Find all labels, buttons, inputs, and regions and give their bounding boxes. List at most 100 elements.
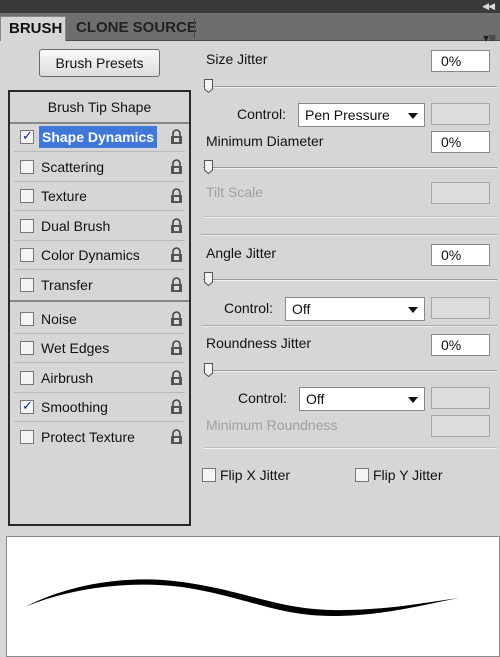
section-divider — [201, 325, 498, 327]
option-color-dynamics[interactable]: Color Dynamics — [10, 241, 189, 270]
option-label: Color Dynamics — [41, 247, 140, 263]
angle-jitter-slider[interactable] — [203, 272, 497, 286]
lock-icon[interactable] — [170, 340, 183, 356]
angle-jitter-label: Angle Jitter — [206, 245, 277, 261]
checkmark-icon: ✓ — [22, 128, 33, 143]
size-jitter-label: Size Jitter — [206, 51, 268, 67]
roundness-control-label: Control: — [238, 390, 288, 406]
option-label: Noise — [41, 311, 77, 327]
option-label: Shape Dynamics — [39, 126, 158, 148]
size-control-label: Control: — [237, 106, 287, 122]
row-divider — [14, 362, 185, 363]
slider-thumb[interactable] — [204, 363, 213, 377]
option-smoothing[interactable]: ✓ Smoothing — [10, 393, 189, 422]
flip-y-label: Flip Y Jitter — [373, 467, 443, 483]
lock-icon[interactable] — [170, 311, 183, 327]
roundness-control-select[interactable]: Off — [299, 387, 425, 411]
transfer-checkbox[interactable] — [20, 278, 34, 292]
roundness-jitter-field[interactable]: 0% — [431, 334, 490, 356]
lock-icon[interactable] — [170, 277, 183, 293]
min-diameter-slider[interactable] — [203, 160, 497, 174]
row-divider — [14, 269, 185, 270]
option-noise[interactable]: Noise — [10, 305, 189, 334]
option-wet-edges[interactable]: Wet Edges — [10, 334, 189, 363]
option-shape-dynamics[interactable]: ✓ Shape Dynamics — [10, 123, 189, 152]
angle-jitter-field[interactable]: 0% — [431, 244, 490, 266]
lock-icon[interactable] — [170, 399, 183, 415]
tab-clone-source[interactable]: CLONE SOURCE — [68, 16, 205, 41]
option-airbrush[interactable]: Airbrush — [10, 364, 189, 393]
brush-tip-shape-item[interactable]: Brush Tip Shape — [10, 92, 189, 122]
min-roundness-slider — [203, 440, 497, 454]
flip-y-checkbox[interactable] — [355, 468, 369, 482]
color-dynamics-checkbox[interactable] — [20, 248, 34, 262]
option-transfer[interactable]: Transfer — [10, 271, 189, 300]
checkmark-icon: ✓ — [22, 398, 33, 413]
slider-thumb[interactable] — [204, 79, 213, 93]
min-roundness-field — [431, 415, 490, 437]
option-scattering[interactable]: Scattering — [10, 153, 189, 182]
dropdown-arrow-icon — [408, 397, 418, 403]
lock-icon[interactable] — [170, 370, 183, 386]
option-label: Texture — [41, 188, 87, 204]
dropdown-arrow-icon — [408, 113, 418, 119]
slider-track — [203, 370, 497, 372]
angle-control-field — [431, 297, 490, 319]
dual-brush-checkbox[interactable] — [20, 219, 34, 233]
angle-control-label: Control: — [224, 300, 274, 316]
option-label: Wet Edges — [41, 340, 110, 356]
brush-stroke-preview — [6, 536, 500, 657]
lock-icon[interactable] — [170, 247, 183, 263]
brush-stroke — [25, 579, 459, 616]
stroke-shape — [25, 579, 459, 616]
noise-checkbox[interactable] — [20, 312, 34, 326]
size-control-select[interactable]: Pen Pressure — [298, 103, 425, 127]
texture-checkbox[interactable] — [20, 189, 34, 203]
flip-y-jitter[interactable]: Flip Y Jitter — [355, 467, 465, 485]
slider-track — [203, 447, 497, 449]
size-jitter-slider[interactable] — [203, 79, 497, 93]
size-jitter-field[interactable]: 0% — [431, 50, 490, 72]
tab-divider — [194, 18, 195, 38]
roundness-jitter-slider[interactable] — [203, 363, 497, 377]
min-diameter-field[interactable]: 0% — [431, 131, 490, 153]
tilt-scale-field — [431, 182, 490, 204]
option-label: Transfer — [41, 277, 93, 293]
roundness-jitter-label: Roundness Jitter — [206, 335, 312, 351]
min-diameter-label: Minimum Diameter — [206, 133, 324, 149]
flip-x-checkbox[interactable] — [202, 468, 216, 482]
option-protect-texture[interactable]: Protect Texture — [10, 423, 189, 452]
section-divider — [201, 234, 498, 236]
slider-thumb[interactable] — [204, 160, 213, 174]
option-texture[interactable]: Texture — [10, 182, 189, 211]
lock-icon[interactable] — [170, 188, 183, 204]
slider-track — [203, 279, 497, 281]
roundness-control-field — [431, 387, 490, 409]
lock-icon[interactable] — [170, 218, 183, 234]
scattering-checkbox[interactable] — [20, 160, 34, 174]
tab-bar: BRUSH CLONE SOURCE ▾≡ — [0, 13, 500, 44]
wet-edges-checkbox[interactable] — [20, 341, 34, 355]
smoothing-checkbox[interactable]: ✓ — [20, 398, 34, 414]
select-value: Off — [292, 301, 311, 317]
lock-icon[interactable] — [170, 129, 183, 145]
lock-icon[interactable] — [170, 159, 183, 175]
tab-brush[interactable]: BRUSH — [0, 16, 66, 41]
airbrush-checkbox[interactable] — [20, 371, 34, 385]
collapse-arrows-icon[interactable]: ◀◀ — [482, 0, 495, 13]
angle-control-select[interactable]: Off — [285, 297, 425, 321]
panel-menu-icon[interactable]: ▾≡ — [483, 32, 496, 44]
option-label: Dual Brush — [41, 218, 111, 234]
flip-x-jitter[interactable]: Flip X Jitter — [202, 467, 312, 485]
row-divider — [14, 421, 185, 422]
option-dual-brush[interactable]: Dual Brush — [10, 212, 189, 241]
slider-track — [203, 86, 497, 88]
protect-texture-checkbox[interactable] — [20, 430, 34, 444]
slider-thumb[interactable] — [204, 272, 213, 286]
option-label: Protect Texture — [41, 429, 135, 445]
select-value: Pen Pressure — [305, 107, 390, 123]
slider-track — [203, 216, 497, 218]
shape-dynamics-checkbox[interactable]: ✓ — [20, 128, 34, 144]
lock-icon[interactable] — [170, 429, 183, 445]
brush-presets-button[interactable]: Brush Presets — [39, 49, 160, 77]
